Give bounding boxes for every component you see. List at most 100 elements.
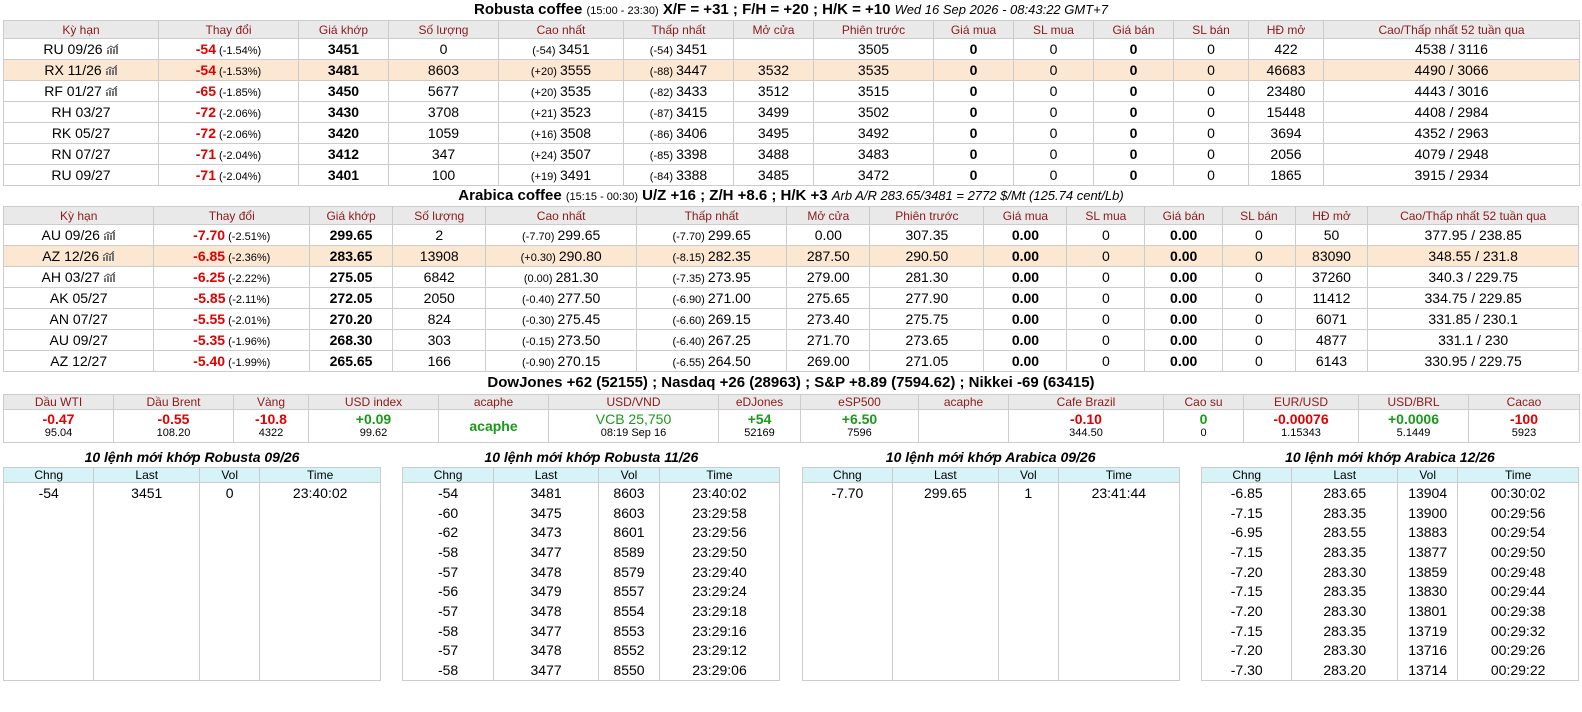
market-cell[interactable]: -0.47 95.04 bbox=[3, 409, 114, 443]
market-cell[interactable]: -100 5923 bbox=[1468, 409, 1580, 443]
trade-row[interactable]: -7.15 283.35 13719 00:29:32 bbox=[1200, 620, 1579, 641]
trades-table: 10 lệnh mới khớp Robusta 09/26 Chng Last Vo… bbox=[2, 448, 381, 681]
trade-change bbox=[801, 502, 894, 523]
market-cell[interactable]: VCB 25,750 08:19 Sep 16 bbox=[548, 409, 719, 443]
trade-row[interactable]: -7.15 283.35 13877 00:29:50 bbox=[1200, 542, 1579, 562]
chart-icon[interactable] bbox=[103, 270, 116, 282]
trade-row[interactable]: -7.20 283.30 13716 00:29:26 bbox=[1200, 640, 1579, 661]
trade-row[interactable]: -57 3478 8554 23:29:18 bbox=[402, 601, 781, 621]
trade-row[interactable]: -7.20 283.30 13801 00:29:38 bbox=[1200, 601, 1579, 621]
market-cell[interactable]: -0.10 344.50 bbox=[1008, 409, 1164, 443]
market-cell[interactable]: -0.00076 1.15343 bbox=[1243, 409, 1359, 443]
table-row[interactable]: AH 03/27 -6.25 (-2.22%) 275.05 6842 (0.00) 2… bbox=[2, 266, 1579, 288]
market-cell[interactable] bbox=[918, 409, 1009, 443]
trade-last: 283.30 bbox=[1291, 601, 1398, 621]
contract-term[interactable]: AU 09/27 bbox=[2, 329, 155, 351]
contract-term[interactable]: RF 01/27 bbox=[3, 80, 159, 102]
contract-term[interactable]: RK 05/27 bbox=[3, 122, 159, 144]
trade-row[interactable] bbox=[2, 502, 381, 523]
trade-row[interactable]: -58 3477 8553 23:29:16 bbox=[402, 620, 781, 641]
trade-row[interactable]: -57 3478 8552 23:29:12 bbox=[402, 640, 781, 661]
contract-term[interactable]: AU 09/26 bbox=[2, 224, 155, 246]
chart-icon[interactable] bbox=[103, 228, 116, 240]
table-row[interactable]: AZ 12/26 -6.85 (-2.36%) 283.65 13908 (+0.30)… bbox=[2, 245, 1579, 267]
market-cell[interactable]: +6.50 7596 bbox=[800, 409, 919, 443]
trade-row[interactable] bbox=[2, 660, 381, 681]
trade-row[interactable] bbox=[2, 601, 381, 621]
trade-row[interactable] bbox=[2, 522, 381, 543]
chart-icon[interactable] bbox=[102, 249, 115, 261]
column-header: Cao nhất bbox=[498, 20, 624, 39]
contract-term[interactable]: RU 09/26 bbox=[3, 38, 159, 60]
table-row[interactable]: RU 09/26 -54 (-1.54%) 3451 0 (-54) 3451 (-54)… bbox=[3, 38, 1580, 60]
table-row[interactable]: RU 09/27 -71 (-2.04%) 3401 100 (+19) 3491 (-8… bbox=[3, 164, 1580, 186]
trade-row[interactable] bbox=[801, 660, 1180, 681]
trade-row[interactable]: -56 3479 8557 23:29:24 bbox=[402, 581, 781, 602]
trade-row[interactable]: -6.95 283.55 13883 00:29:54 bbox=[1200, 522, 1579, 543]
market-cell[interactable]: +0.09 99.62 bbox=[308, 409, 439, 443]
table-row[interactable]: RK 05/27 -72 (-2.06%) 3420 1059 (+16) 3508 (-… bbox=[3, 122, 1580, 144]
bid-volume: 0 bbox=[1066, 308, 1146, 330]
trade-row[interactable]: -7.15 283.35 13900 00:29:56 bbox=[1200, 502, 1579, 523]
table-row[interactable]: RH 03/27 -72 (-2.06%) 3430 3708 (+21) 3523 (-… bbox=[3, 101, 1580, 123]
table-row[interactable]: RF 01/27 -65 (-1.85%) 3450 5677 (+20) 3535 (-… bbox=[3, 80, 1580, 102]
contract-term[interactable]: AN 07/27 bbox=[2, 308, 155, 330]
trade-row[interactable]: -7.15 283.35 13830 00:29:44 bbox=[1200, 581, 1579, 602]
trade-row[interactable]: -58 3477 8589 23:29:50 bbox=[402, 542, 781, 562]
trade-row[interactable] bbox=[801, 502, 1180, 523]
trade-row[interactable] bbox=[801, 561, 1180, 582]
table-row[interactable]: AZ 12/27 -5.40 (-1.99%) 265.65 166 (-0.90) 2… bbox=[2, 350, 1579, 372]
chart-icon[interactable] bbox=[105, 84, 118, 96]
trade-row[interactable]: -54 3481 8603 23:40:02 bbox=[402, 482, 781, 503]
ask-price: 0.00 bbox=[1144, 329, 1224, 351]
trade-time: 00:30:02 bbox=[1457, 482, 1579, 503]
trade-row[interactable] bbox=[2, 542, 381, 562]
market-cell[interactable]: -0.55 108.20 bbox=[113, 409, 234, 443]
trade-row[interactable] bbox=[2, 620, 381, 641]
table-row[interactable]: AN 07/27 -5.55 (-2.01%) 270.20 824 (-0.30) 2… bbox=[2, 308, 1579, 330]
trade-row[interactable]: -7.30 283.20 13714 00:29:22 bbox=[1200, 660, 1579, 681]
market-cell[interactable]: acaphe bbox=[438, 409, 549, 443]
trade-change: -7.30 bbox=[1200, 660, 1293, 681]
contract-term[interactable]: RH 03/27 bbox=[3, 101, 159, 123]
trade-row[interactable]: -60 3475 8603 23:29:58 bbox=[402, 502, 781, 523]
chart-icon[interactable] bbox=[105, 63, 118, 75]
contract-term[interactable]: RN 07/27 bbox=[3, 143, 159, 165]
trade-row[interactable]: -57 3478 8579 23:29:40 bbox=[402, 561, 781, 582]
market-cell[interactable]: -10.8 4322 bbox=[233, 409, 309, 443]
previous-close: 3492 bbox=[813, 122, 934, 144]
trade-row[interactable]: -62 3473 8601 23:29:56 bbox=[402, 522, 781, 543]
market-cell[interactable]: +54 52169 bbox=[718, 409, 801, 443]
contract-term[interactable]: AZ 12/27 bbox=[2, 350, 155, 372]
trade-row[interactable] bbox=[801, 640, 1180, 661]
contract-term[interactable]: RX 11/26 bbox=[3, 59, 159, 81]
trade-row[interactable] bbox=[2, 581, 381, 602]
contract-term[interactable]: RU 09/27 bbox=[3, 164, 159, 186]
market-cell[interactable]: 00 bbox=[1163, 409, 1244, 443]
trade-row[interactable] bbox=[801, 601, 1180, 621]
bid-price: 0.00 bbox=[983, 245, 1068, 267]
market-cell[interactable]: +0.0006 5.1449 bbox=[1358, 409, 1469, 443]
trade-row[interactable]: -58 3477 8550 23:29:06 bbox=[402, 660, 781, 681]
contract-term[interactable]: AK 05/27 bbox=[2, 287, 155, 309]
trade-row[interactable] bbox=[801, 581, 1180, 602]
table-row[interactable]: RN 07/27 -71 (-2.04%) 3412 347 (+24) 3507 (-8… bbox=[3, 143, 1580, 165]
contract-term[interactable]: AZ 12/26 bbox=[2, 245, 155, 267]
table-row[interactable]: AU 09/26 -7.70 (-2.51%) 299.65 2 (-7.70) 299… bbox=[2, 224, 1579, 246]
table-row[interactable]: AU 09/27 -5.35 (-1.96%) 268.30 303 (-0.15) 2… bbox=[2, 329, 1579, 351]
trade-change bbox=[801, 522, 894, 543]
trade-row[interactable]: -7.20 283.30 13859 00:29:48 bbox=[1200, 561, 1579, 582]
trade-row[interactable]: -6.85 283.65 13904 00:30:02 bbox=[1200, 482, 1579, 503]
chart-icon[interactable] bbox=[106, 42, 119, 54]
trade-row[interactable] bbox=[801, 522, 1180, 543]
table-row[interactable]: AK 05/27 -5.85 (-2.11%) 272.05 2050 (-0.40) … bbox=[2, 287, 1579, 309]
trade-row[interactable] bbox=[2, 561, 381, 582]
trade-row[interactable] bbox=[801, 542, 1180, 562]
trade-row[interactable]: -54 3451 0 23:40:02 bbox=[2, 482, 381, 503]
trade-row[interactable] bbox=[801, 620, 1180, 641]
trade-row[interactable] bbox=[2, 640, 381, 661]
table-row[interactable]: RX 11/26 -54 (-1.53%) 3481 8603 (+20) 3555 (-… bbox=[3, 59, 1580, 81]
contract-term[interactable]: AH 03/27 bbox=[2, 266, 155, 288]
low-change: (-84) bbox=[649, 171, 677, 183]
trade-row[interactable]: -7.70 299.65 1 23:41:44 bbox=[801, 482, 1180, 503]
